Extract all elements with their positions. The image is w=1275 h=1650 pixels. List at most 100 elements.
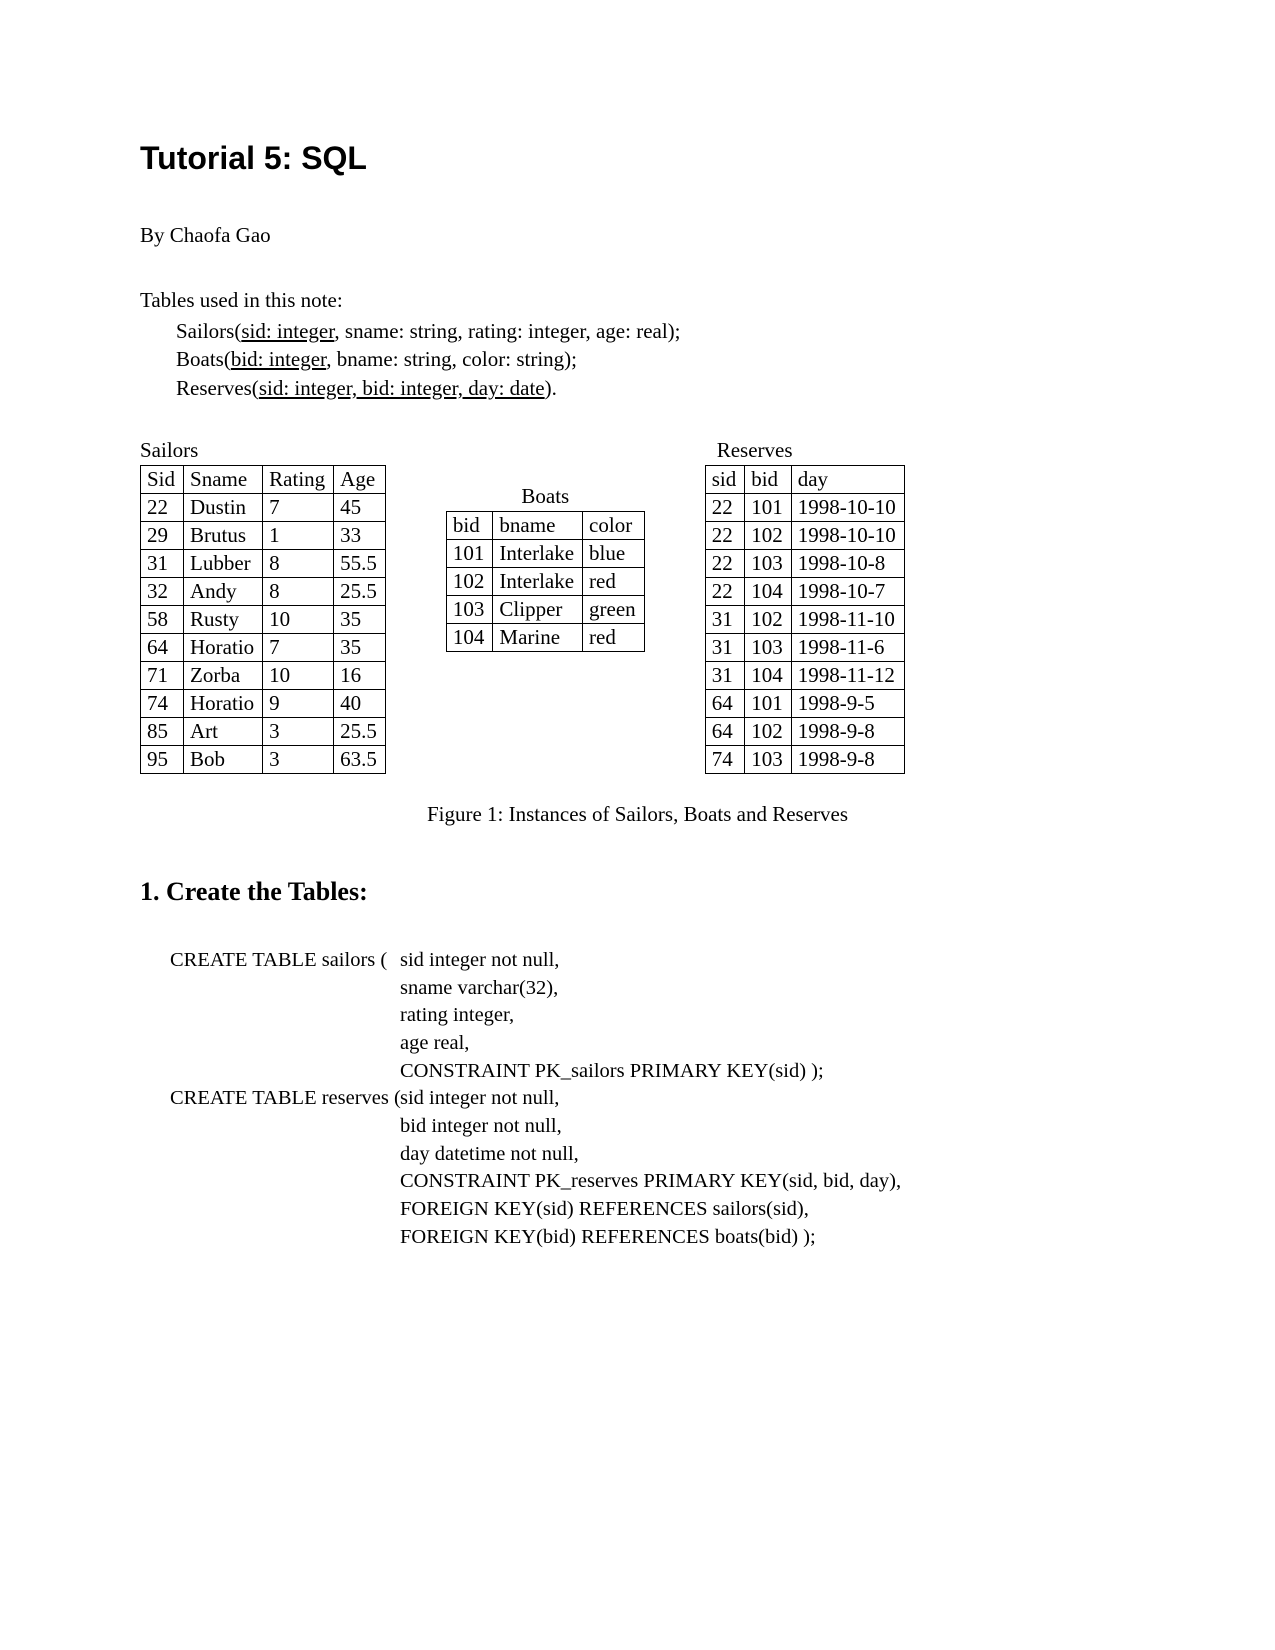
table-cell: 8 bbox=[263, 550, 334, 578]
sql-right-8: day datetime not null, bbox=[400, 1141, 1135, 1169]
table-cell: 40 bbox=[334, 690, 386, 718]
sql-create-block: CREATE TABLE sailors ( sid integer not n… bbox=[170, 947, 1135, 1251]
table-cell: 64 bbox=[705, 718, 745, 746]
table-cell: Art bbox=[184, 718, 263, 746]
table-cell: 64 bbox=[705, 690, 745, 718]
table-cell: 31 bbox=[141, 550, 184, 578]
sql-right-3: rating integer, bbox=[400, 1002, 1135, 1030]
table-cell: 31 bbox=[705, 606, 745, 634]
table-cell: 1998-9-8 bbox=[791, 718, 904, 746]
table-cell: 95 bbox=[141, 746, 184, 774]
table-cell: 74 bbox=[141, 690, 184, 718]
table-cell: Dustin bbox=[184, 494, 263, 522]
table-row: 221031998-10-8 bbox=[705, 550, 904, 578]
table-cell: 25.5 bbox=[334, 578, 386, 606]
table-row: 22Dustin745 bbox=[141, 494, 386, 522]
boats-table: bidbnamecolor101Interlakeblue102Interlak… bbox=[446, 511, 645, 652]
table-cell: 22 bbox=[705, 522, 745, 550]
table-cell: 10 bbox=[263, 662, 334, 690]
table-cell: 22 bbox=[705, 550, 745, 578]
table-row: 71Zorba1016 bbox=[141, 662, 386, 690]
sql-right-11: FOREIGN KEY(bid) REFERENCES boats(bid) )… bbox=[400, 1224, 1135, 1252]
table-cell: 103 bbox=[745, 746, 792, 774]
table-header-cell: sid bbox=[705, 466, 745, 494]
table-row: 641011998-9-5 bbox=[705, 690, 904, 718]
table-cell: 32 bbox=[141, 578, 184, 606]
table-cell: 3 bbox=[263, 746, 334, 774]
table-cell: 104 bbox=[745, 662, 792, 690]
table-cell: Andy bbox=[184, 578, 263, 606]
tables-row: Sailors SidSnameRatingAge22Dustin74529Br… bbox=[140, 438, 1135, 774]
figure-caption: Figure 1: Instances of Sailors, Boats an… bbox=[140, 802, 1135, 827]
table-cell: 1 bbox=[263, 522, 334, 550]
table-cell: 55.5 bbox=[334, 550, 386, 578]
sql-right-6: sid integer not null, bbox=[400, 1085, 1135, 1113]
table-cell: 35 bbox=[334, 606, 386, 634]
sailors-table-label: Sailors bbox=[140, 438, 386, 463]
table-cell: 102 bbox=[745, 522, 792, 550]
table-row: 311021998-11-10 bbox=[705, 606, 904, 634]
sql-left-1: CREATE TABLE sailors ( bbox=[170, 947, 400, 975]
table-cell: 1998-11-6 bbox=[791, 634, 904, 662]
table-cell: red bbox=[583, 568, 645, 596]
table-cell: 31 bbox=[705, 662, 745, 690]
table-row: 103Clippergreen bbox=[446, 596, 644, 624]
table-cell: 74 bbox=[705, 746, 745, 774]
table-cell: Interlake bbox=[493, 540, 583, 568]
sailors-table: SidSnameRatingAge22Dustin74529Brutus1333… bbox=[140, 465, 386, 774]
reserves-table: sidbidday221011998-10-10221021998-10-102… bbox=[705, 465, 905, 774]
table-cell: 10 bbox=[263, 606, 334, 634]
reserves-table-label: Reserves bbox=[717, 438, 905, 463]
section-heading-1: 1. Create the Tables: bbox=[140, 877, 1135, 907]
table-row: 85Art325.5 bbox=[141, 718, 386, 746]
table-row: 221011998-10-10 bbox=[705, 494, 904, 522]
table-header-cell: Sname bbox=[184, 466, 263, 494]
table-cell: Horatio bbox=[184, 634, 263, 662]
table-cell: 16 bbox=[334, 662, 386, 690]
table-cell: 1998-10-10 bbox=[791, 522, 904, 550]
table-header-cell: day bbox=[791, 466, 904, 494]
sql-right-7: bid integer not null, bbox=[400, 1113, 1135, 1141]
table-cell: Rusty bbox=[184, 606, 263, 634]
table-header-cell: color bbox=[583, 512, 645, 540]
boats-table-label: Boats bbox=[446, 484, 645, 509]
schema-sailors: Sailors(sid: integer, sname: string, rat… bbox=[176, 317, 1135, 345]
table-row: 311041998-11-12 bbox=[705, 662, 904, 690]
table-cell: red bbox=[583, 624, 645, 652]
table-cell: 33 bbox=[334, 522, 386, 550]
table-cell: blue bbox=[583, 540, 645, 568]
table-row: 741031998-9-8 bbox=[705, 746, 904, 774]
sql-right-1: sid integer not null, bbox=[400, 947, 1135, 975]
table-cell: Interlake bbox=[493, 568, 583, 596]
table-cell: Brutus bbox=[184, 522, 263, 550]
page-title: Tutorial 5: SQL bbox=[140, 140, 1135, 177]
table-header-cell: bid bbox=[745, 466, 792, 494]
reserves-table-block: Reserves sidbidday221011998-10-102210219… bbox=[705, 438, 905, 774]
table-cell: 104 bbox=[446, 624, 493, 652]
table-cell: 103 bbox=[446, 596, 493, 624]
table-row: 221041998-10-7 bbox=[705, 578, 904, 606]
table-cell: 58 bbox=[141, 606, 184, 634]
table-header-cell: Rating bbox=[263, 466, 334, 494]
table-row: 64Horatio735 bbox=[141, 634, 386, 662]
sql-left-2: CREATE TABLE reserves ( bbox=[170, 1085, 400, 1113]
table-cell: Zorba bbox=[184, 662, 263, 690]
table-cell: 101 bbox=[745, 690, 792, 718]
table-cell: 64 bbox=[141, 634, 184, 662]
table-row: 74Horatio940 bbox=[141, 690, 386, 718]
table-cell: 101 bbox=[745, 494, 792, 522]
table-header-cell: bname bbox=[493, 512, 583, 540]
table-row: 31Lubber855.5 bbox=[141, 550, 386, 578]
table-row: 104Marinered bbox=[446, 624, 644, 652]
table-cell: 29 bbox=[141, 522, 184, 550]
table-cell: 1998-9-5 bbox=[791, 690, 904, 718]
table-cell: Lubber bbox=[184, 550, 263, 578]
table-cell: 102 bbox=[446, 568, 493, 596]
table-cell: 1998-10-8 bbox=[791, 550, 904, 578]
sql-right-9: CONSTRAINT PK_reserves PRIMARY KEY(sid, … bbox=[400, 1168, 1135, 1196]
schema-reserves: Reserves(sid: integer, bid: integer, day… bbox=[176, 374, 1135, 402]
table-cell: 85 bbox=[141, 718, 184, 746]
schema-boats: Boats(bid: integer, bname: string, color… bbox=[176, 345, 1135, 373]
document-page: Tutorial 5: SQL By Chaofa Gao Tables use… bbox=[0, 0, 1275, 1650]
table-row: 29Brutus133 bbox=[141, 522, 386, 550]
